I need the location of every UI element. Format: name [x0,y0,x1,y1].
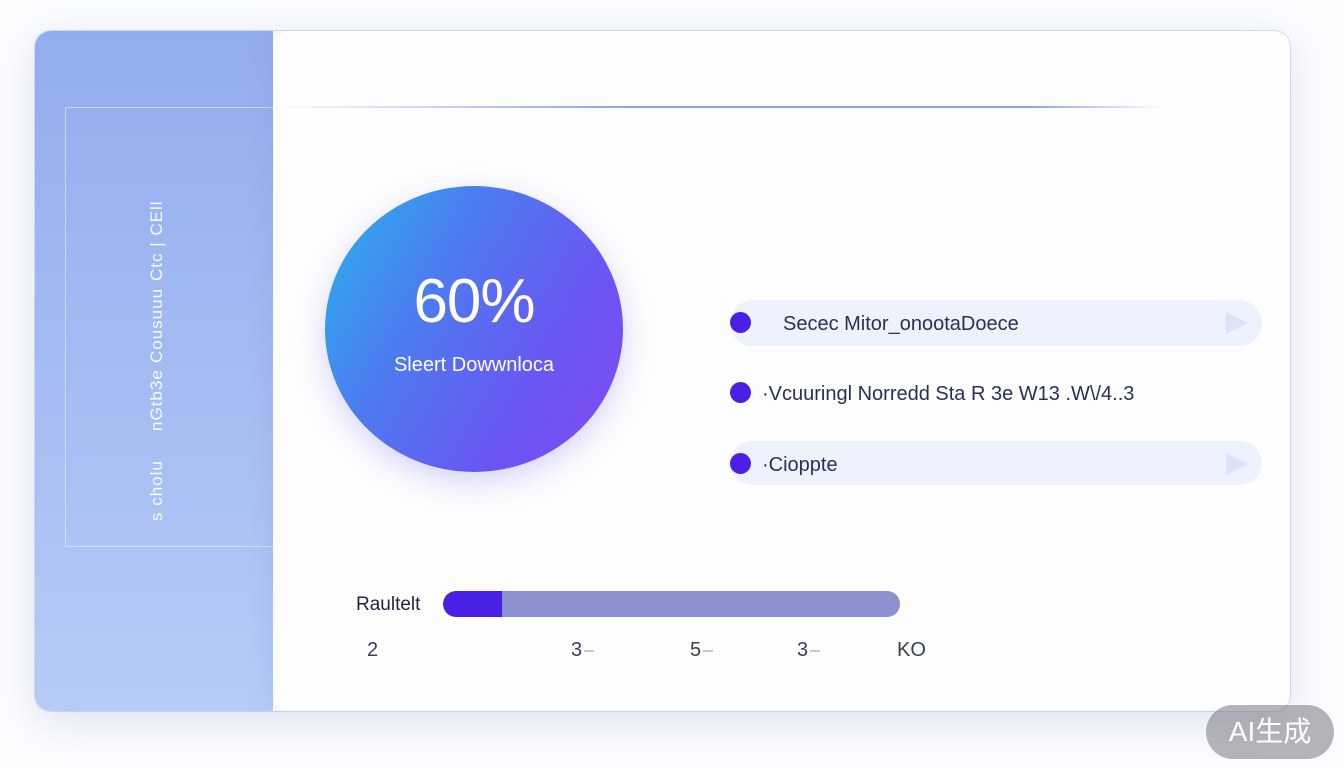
status-item-1[interactable]: Secec Mitor_onootaDoece [730,300,1262,346]
circle-percent: 60% [413,267,535,336]
tick-label: 3 [571,639,594,662]
progress-circle: 60% Sleert Dowwnloca [325,186,623,472]
progress-label: Raultelt [356,594,421,615]
sidebar-label-1[interactable]: Ctc | CEll [147,200,167,281]
sidebar-frame [65,107,276,547]
play-icon[interactable] [1226,453,1248,475]
status-item-text: ·Vcuuringl Norredd Sta R 3e W13 .W\/4..3 [762,383,1135,405]
status-dot-icon [730,382,751,403]
status-item-3[interactable]: ·Cioppte [730,441,1262,485]
ai-generated-badge: AI生成 [1206,705,1334,759]
tick-label: 5 [690,639,713,662]
tick-label: KO [897,639,926,661]
sidebar-label-2[interactable]: Cousuuu [147,288,167,363]
sidebar: Ctc | CEll Cousuuu nGtb3e s cholu [35,31,276,711]
circle-label: Sleert Dowwnloca [393,354,555,376]
progress-fill [443,591,503,617]
play-icon[interactable] [1226,312,1248,334]
status-item-text: Secec Mitor_onootaDoece [783,313,1019,335]
status-item-text: ·Cioppte [762,454,838,476]
status-dot-icon [730,312,751,333]
tick-label: 2 [367,639,379,661]
progress-bar[interactable] [443,591,900,617]
sidebar-label-4[interactable]: s cholu [147,460,167,521]
sidebar-label-3[interactable]: nGtb3e [147,369,167,431]
status-dot-icon [730,453,751,474]
tick-label: 3 [797,639,820,662]
header-divider [273,106,1163,108]
status-item-2[interactable]: ·Vcuuringl Norredd Sta R 3e W13 .W\/4..3 [730,370,1262,416]
